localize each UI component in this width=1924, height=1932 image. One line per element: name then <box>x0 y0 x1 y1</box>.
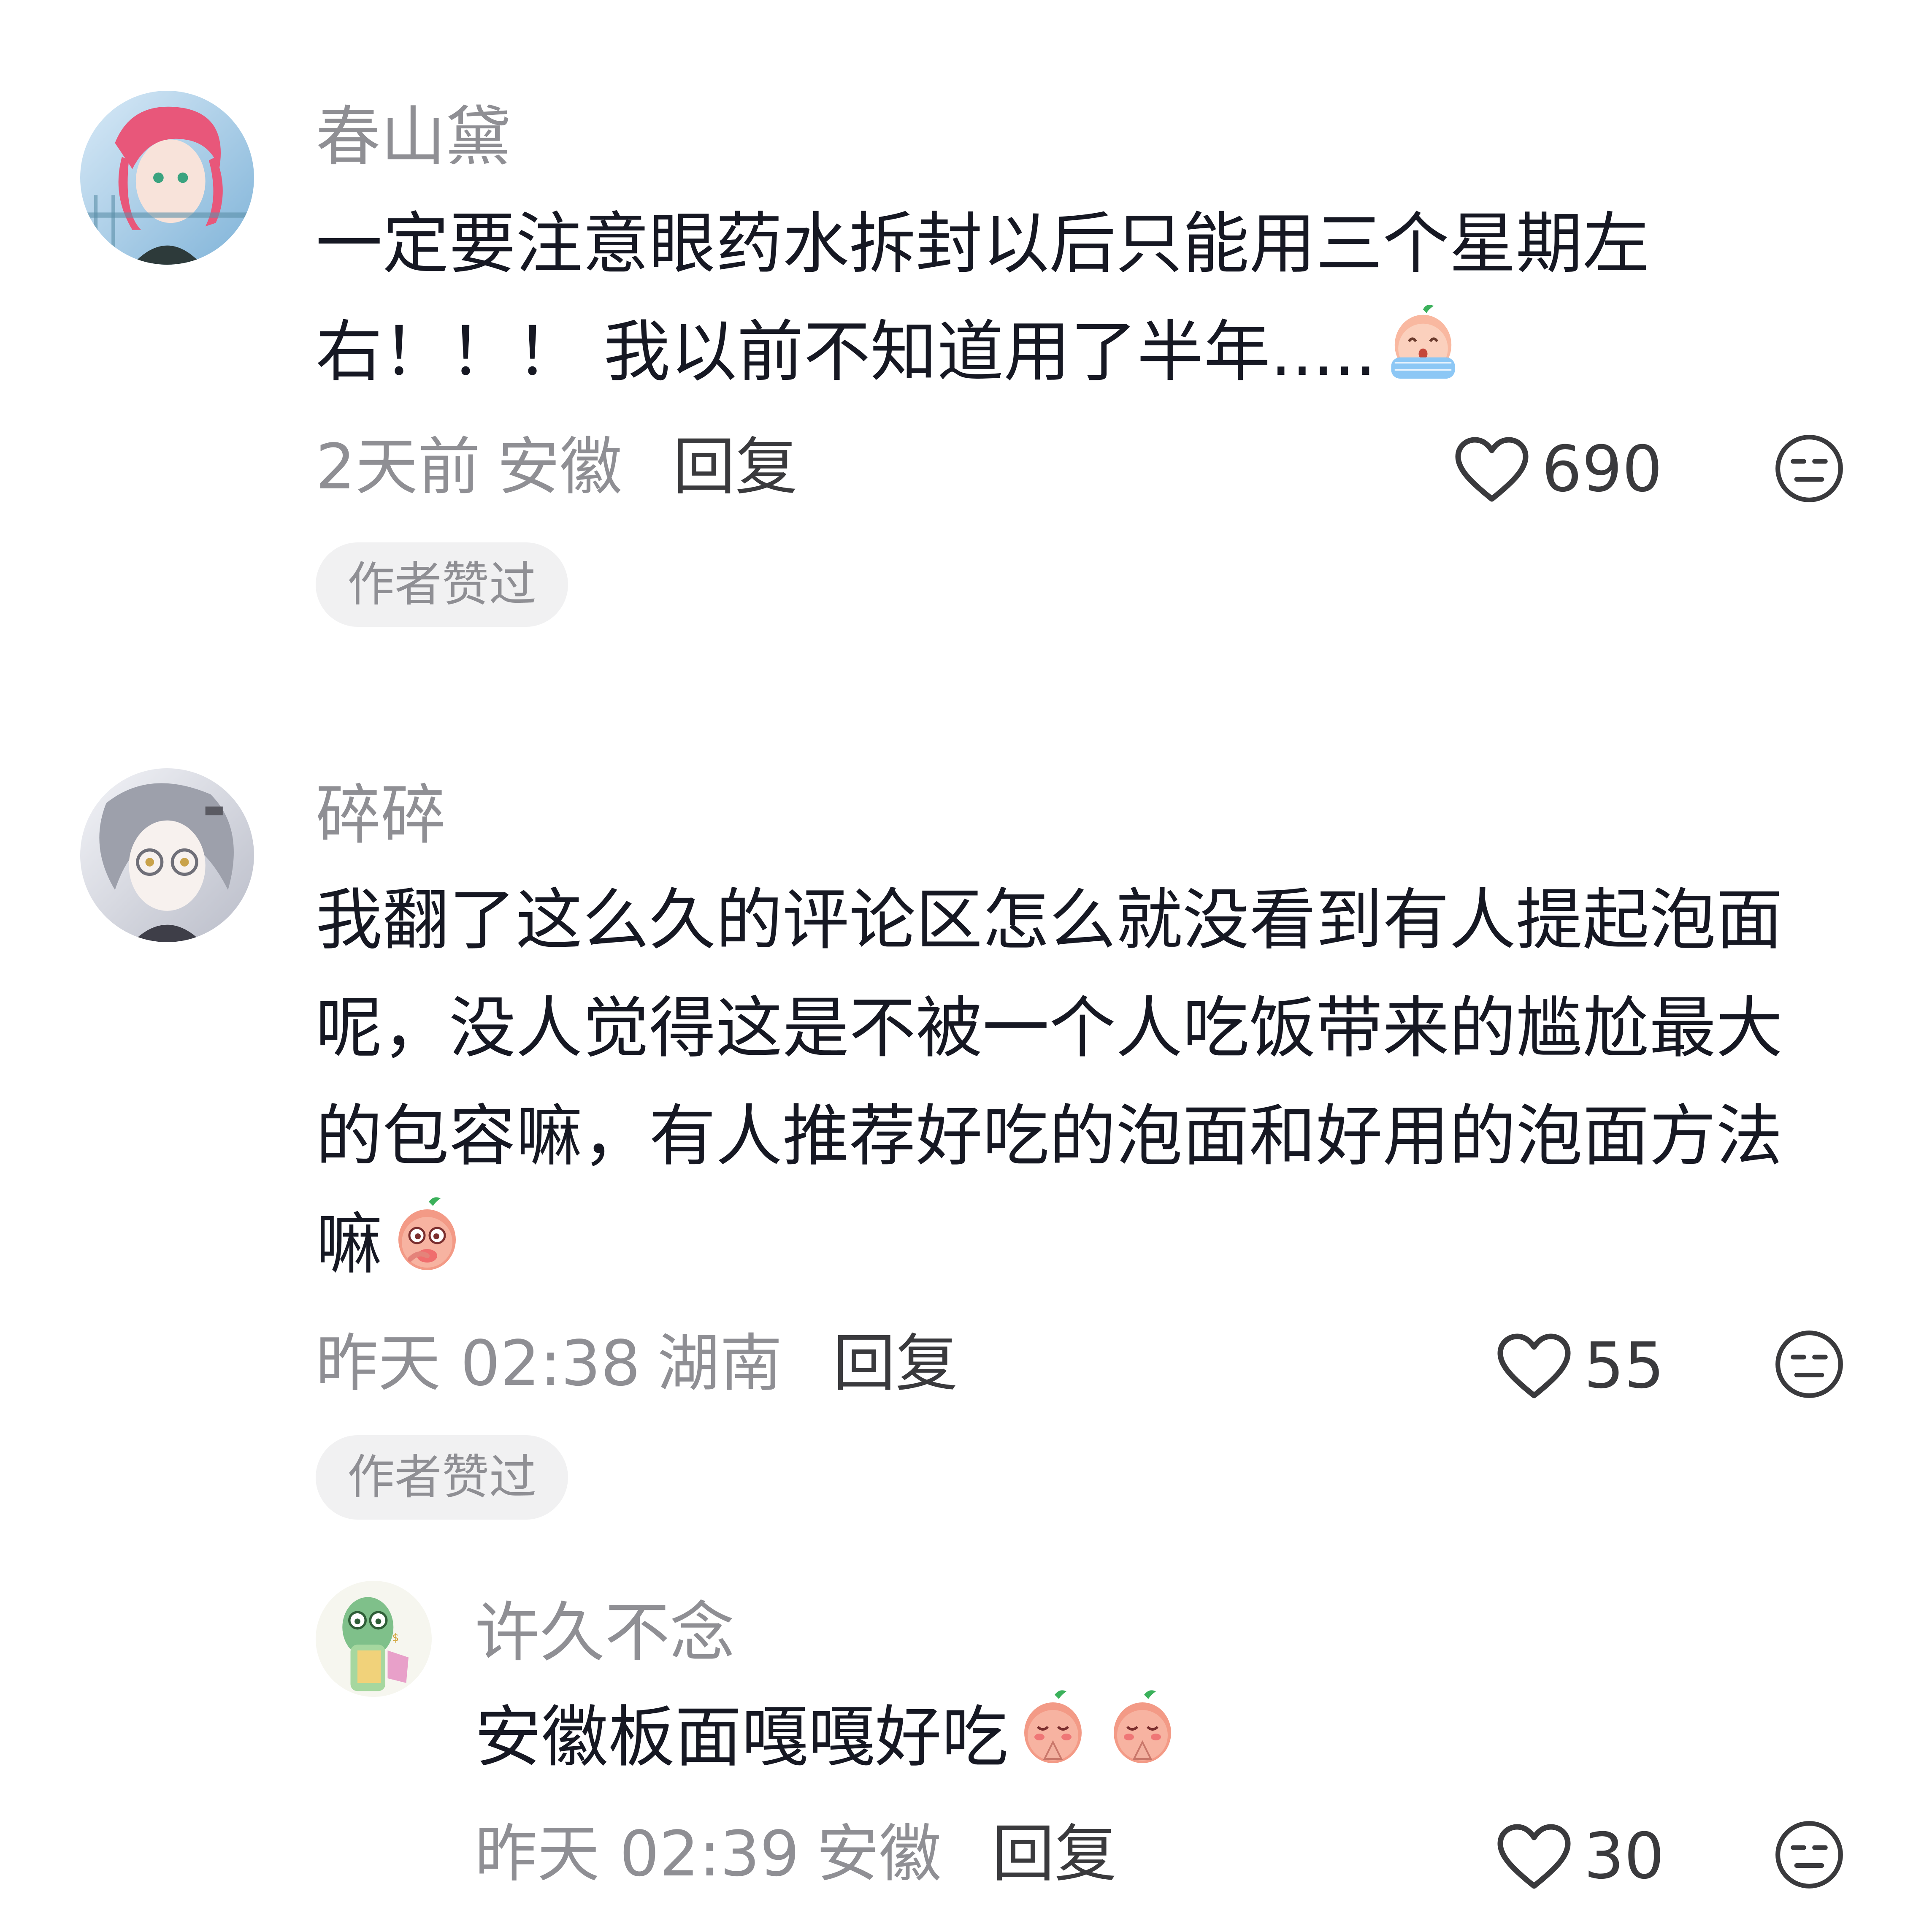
reply-text: 安徽板面嘎嘎好吃 <box>475 1683 1185 1804</box>
comment-meta: 昨天 02:38 湖南 回复 <box>316 1332 958 1395</box>
crying-peach-emoji <box>1379 299 1467 419</box>
avatar[interactable]: $ <box>316 1581 432 1697</box>
author-liked-badge: 作者赞过 <box>316 1435 568 1520</box>
comment-time: 昨天 02:38 <box>316 1327 641 1400</box>
reply-username[interactable]: 许久不念 <box>475 1601 735 1666</box>
heart-outline-icon <box>1455 437 1529 502</box>
comment-time: 2天前 <box>316 431 481 503</box>
reply-text-content: 安徽板面嘎嘎好吃 <box>475 1699 1008 1776</box>
pray-peach-emoji <box>1011 1684 1095 1804</box>
comment-text-line-content: 嘛 <box>316 1206 382 1283</box>
comment-location: 湖南 <box>657 1327 782 1400</box>
svg-text:$: $ <box>392 1631 399 1644</box>
comment-username[interactable]: 春山黛 <box>316 105 511 170</box>
comment-text-line: 呢，没人觉得这是不被一个人吃饭带来的尴尬最大 <box>316 989 1783 1067</box>
meh-face-icon <box>1775 1821 1843 1889</box>
like-button[interactable]: 690 <box>1454 436 1662 503</box>
pray-peach-emoji <box>1100 1684 1185 1804</box>
comment-text-line: 右！！！ 我以前不知道用了半年..... <box>316 298 1649 419</box>
reply-button[interactable]: 回复 <box>673 431 798 503</box>
comment-text: 一定要注意眼药水拆封以后只能用三个星期左 右！！！ 我以前不知道用了半年....… <box>316 190 1649 419</box>
dislike-button[interactable] <box>1773 1819 1845 1891</box>
comment-text-line: 的包容嘛，有人推荐好吃的泡面和好用的泡面方法 <box>316 1097 1783 1175</box>
reply-location: 安徽 <box>816 1818 942 1890</box>
reply-text-line: 安徽板面嘎嘎好吃 <box>475 1683 1185 1804</box>
like-count: 30 <box>1584 1820 1664 1893</box>
comment-list: 春山黛 一定要注意眼药水拆封以后只能用三个星期左 右！！！ 我以前不知道用了半年… <box>0 0 1924 1932</box>
like-button[interactable]: 55 <box>1496 1332 1664 1400</box>
shy-peach-emoji <box>385 1191 469 1311</box>
reply-button[interactable]: 回复 <box>833 1327 958 1400</box>
reply-button[interactable]: 回复 <box>992 1818 1117 1890</box>
meh-face-icon <box>1775 435 1843 502</box>
like-count: 690 <box>1542 433 1663 506</box>
comment-location: 安徽 <box>497 431 622 503</box>
heart-outline-icon <box>1497 1333 1571 1398</box>
meh-face-icon <box>1775 1330 1843 1398</box>
comment-text-line: 我翻了这么久的评论区怎么就没看到有人提起泡面 <box>316 881 1783 959</box>
like-button[interactable]: 30 <box>1496 1823 1664 1890</box>
avatar[interactable] <box>80 768 254 942</box>
comment-text-line: 嘛 <box>316 1190 1783 1311</box>
avatar[interactable] <box>80 91 254 265</box>
comment-username[interactable]: 碎碎 <box>316 783 446 848</box>
reply-time: 昨天 02:39 <box>475 1818 800 1890</box>
reply-meta: 昨天 02:39 安徽 回复 <box>475 1823 1117 1885</box>
comment-text-line-content: 右！！！ 我以前不知道用了半年..... <box>316 313 1377 391</box>
dislike-button[interactable] <box>1773 1328 1845 1400</box>
like-count: 55 <box>1584 1329 1664 1403</box>
comment-text: 我翻了这么久的评论区怎么就没看到有人提起泡面 呢，没人觉得这是不被一个人吃饭带来… <box>316 866 1783 1311</box>
heart-outline-icon <box>1497 1824 1571 1889</box>
dislike-button[interactable] <box>1773 433 1845 504</box>
author-liked-badge: 作者赞过 <box>316 542 568 627</box>
comment-text-line: 一定要注意眼药水拆封以后只能用三个星期左 <box>316 205 1649 283</box>
comment-meta: 2天前 安徽 回复 <box>316 436 798 498</box>
